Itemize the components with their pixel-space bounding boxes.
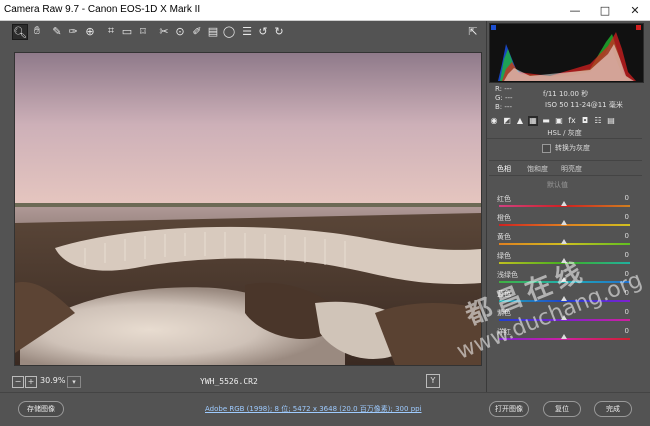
- panel-header: HSL / 灰度: [487, 128, 642, 139]
- fullscreen-icon[interactable]: ⇱: [466, 24, 480, 38]
- tone-curve-icon[interactable]: ◩: [502, 116, 512, 126]
- bottom-bar: 存储图像 Adobe RGB (1998); 8 位; 5472 x 3648 …: [0, 392, 650, 426]
- slider-label: 橙色: [497, 214, 511, 222]
- tab-luminance[interactable]: 明亮度: [561, 164, 582, 174]
- window-titlebar: Camera Raw 9.7 - Canon EOS-1D X Mark II …: [0, 0, 650, 21]
- landscape-photo: [15, 53, 481, 365]
- radial-filter-tool-icon[interactable]: ◯: [222, 24, 236, 38]
- transform-tool-icon[interactable]: ⌑: [136, 24, 150, 38]
- slider-label: 黄色: [497, 233, 511, 241]
- close-button[interactable]: ✕: [620, 0, 650, 20]
- zoom-tool-icon[interactable]: 🔍︎: [12, 24, 28, 40]
- detail-panel-icon[interactable]: ▲: [515, 116, 525, 126]
- basic-panel-icon[interactable]: ◉: [489, 116, 499, 126]
- camera-calibration-icon[interactable]: ◘: [580, 116, 590, 126]
- tab-hue[interactable]: 色相: [497, 164, 511, 174]
- exif-aperture-shutter: f/11 10.00 秒: [543, 90, 589, 98]
- effects-panel-icon[interactable]: fx: [567, 116, 577, 126]
- spot-removal-tool-icon[interactable]: ✂: [157, 24, 171, 38]
- zoom-dropdown[interactable]: ▾: [67, 376, 81, 388]
- hsl-panel-icon[interactable]: ▦: [528, 116, 538, 126]
- shadow-clipping-icon: [491, 25, 496, 30]
- slider-value[interactable]: 0: [625, 327, 629, 335]
- rgb-values: R: --- G: --- B: ---: [495, 85, 513, 111]
- minimize-button[interactable]: —: [560, 0, 590, 20]
- zoom-level: 30.9%: [40, 376, 66, 385]
- checkbox-box[interactable]: [542, 143, 551, 153]
- photo-preview[interactable]: [14, 52, 482, 366]
- maximize-button[interactable]: □: [590, 0, 620, 20]
- highlight-clipping-icon: [636, 25, 641, 30]
- tab-saturation[interactable]: 饱和度: [527, 164, 548, 174]
- split-toning-icon[interactable]: ▬: [541, 116, 551, 126]
- done-button[interactable]: 完成: [594, 401, 632, 417]
- window-title: Camera Raw 9.7 - Canon EOS-1D X Mark II: [4, 4, 201, 15]
- slider-value[interactable]: 0: [625, 194, 629, 202]
- panel-tabs: ◉ ◩ ▲ ▦ ▬ ▣ fx ◘ ☷ ▤: [489, 116, 644, 128]
- slider-thumb[interactable]: [561, 201, 567, 206]
- presets-list-icon[interactable]: ☰: [240, 24, 254, 38]
- filename-label: YWH_5526.CR2: [200, 377, 258, 386]
- exif-iso-lens: ISO 50 11-24@11 毫米: [545, 101, 623, 109]
- workflow-options-link[interactable]: Adobe RGB (1998); 8 位; 5472 x 3648 (20.0…: [205, 404, 422, 414]
- slider-label: 绿色: [497, 252, 511, 260]
- window-controls: — □ ✕: [560, 0, 650, 20]
- preview-statusbar: − + 30.9% ▾ YWH_5526.CR2 Y: [10, 374, 486, 390]
- grayscale-checkbox[interactable]: 转换为灰度: [542, 143, 590, 153]
- before-after-toggle[interactable]: Y: [426, 374, 440, 388]
- red-eye-tool-icon[interactable]: ⊙: [173, 24, 187, 38]
- save-image-button[interactable]: 存储图像: [18, 401, 64, 417]
- color-sampler-tool-icon[interactable]: ✑: [66, 24, 80, 38]
- zoom-in-button[interactable]: +: [25, 376, 37, 388]
- white-balance-tool-icon[interactable]: ✎: [50, 24, 64, 38]
- lens-corrections-icon[interactable]: ▣: [554, 116, 564, 126]
- presets-panel-icon[interactable]: ☷: [593, 116, 603, 126]
- histogram-graph: [491, 25, 641, 81]
- hsl-tabs: 色相 饱和度 明亮度: [489, 160, 642, 176]
- slider-label: 红色: [497, 195, 511, 203]
- default-link[interactable]: 默认值: [547, 180, 568, 190]
- image-preview-area: [4, 43, 486, 371]
- histogram: [489, 23, 644, 83]
- crop-tool-icon[interactable]: ⌗: [104, 24, 118, 38]
- zoom-out-button[interactable]: −: [12, 376, 24, 388]
- targeted-adjustment-tool-icon[interactable]: ⊕: [83, 24, 97, 38]
- open-image-button[interactable]: 打开图像: [489, 401, 529, 417]
- rotate-right-icon[interactable]: ↻: [272, 24, 286, 38]
- snapshots-panel-icon[interactable]: ▤: [606, 116, 616, 126]
- hue-slider[interactable]: 红色 0: [497, 194, 632, 212]
- adjustment-brush-tool-icon[interactable]: ✐: [190, 24, 204, 38]
- slider-thumb[interactable]: [561, 220, 567, 225]
- straighten-tool-icon[interactable]: ▭: [120, 24, 134, 38]
- reset-button[interactable]: 复位: [543, 401, 581, 417]
- hand-tool-icon[interactable]: ✋︎: [30, 24, 44, 38]
- graduated-filter-tool-icon[interactable]: ▤: [206, 24, 220, 38]
- toolbar: 🔍︎ ✋︎ ✎ ✑ ⊕ ⌗ ▭ ⌑ ✂ ⊙ ✐ ▤ ◯ ☰ ↺ ↻ ⇱: [0, 21, 486, 43]
- rotate-left-icon[interactable]: ↺: [256, 24, 270, 38]
